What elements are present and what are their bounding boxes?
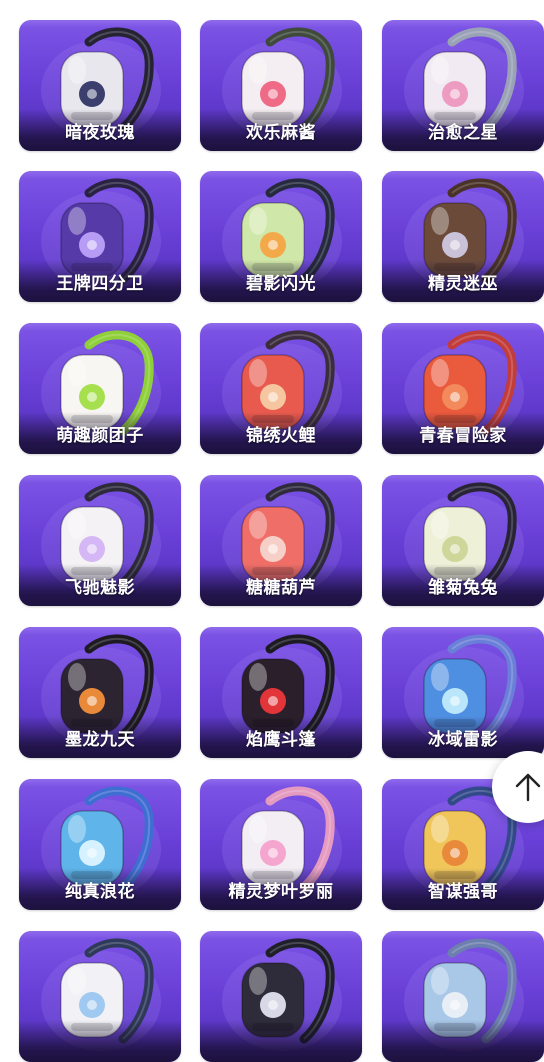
backpack-name: 精灵梦叶罗丽 bbox=[228, 882, 334, 902]
backpack-card[interactable]: 萌趣颜团子 bbox=[19, 323, 181, 454]
card-label-gradient bbox=[19, 1020, 181, 1062]
backpack-name: 锦绣火鲤 bbox=[246, 426, 316, 446]
backpack-card[interactable]: 青春冒险家 bbox=[382, 323, 544, 454]
backpack-name: 王牌四分卫 bbox=[56, 274, 144, 294]
backpack-card[interactable]: 王牌四分卫 bbox=[19, 171, 181, 302]
backpack-card[interactable]: 精灵梦叶罗丽 bbox=[200, 779, 362, 910]
backpack-card[interactable]: 雏菊兔兔 bbox=[382, 475, 544, 606]
backpack-name: 青春冒险家 bbox=[419, 426, 507, 446]
backpack-name: 暗夜玫瑰 bbox=[65, 123, 135, 143]
backpack-card[interactable]: 暗夜玫瑰 bbox=[19, 20, 181, 151]
backpack-card[interactable]: 精灵迷巫 bbox=[382, 171, 544, 302]
backpack-card[interactable] bbox=[200, 931, 362, 1062]
backpack-name: 萌趣颜团子 bbox=[56, 426, 144, 446]
backpack-name: 焰鹰斗篷 bbox=[246, 730, 316, 750]
backpack-card[interactable]: 飞驰魅影 bbox=[19, 475, 181, 606]
backpack-card[interactable]: 糖糖葫芦 bbox=[200, 475, 362, 606]
backpack-name: 精灵迷巫 bbox=[428, 274, 498, 294]
backpack-name: 冰域雷影 bbox=[428, 730, 498, 750]
card-label-gradient bbox=[382, 1020, 544, 1062]
backpack-card[interactable] bbox=[19, 931, 181, 1062]
backpack-name: 飞驰魅影 bbox=[65, 578, 135, 598]
backpack-name: 墨龙九天 bbox=[65, 730, 135, 750]
backpack-card[interactable]: 欢乐麻酱 bbox=[200, 20, 362, 151]
backpack-name: 糖糖葫芦 bbox=[246, 578, 316, 598]
backpack-name: 智谋强哥 bbox=[428, 882, 498, 902]
arrow-up-icon bbox=[515, 773, 541, 802]
backpack-card[interactable]: 焰鹰斗篷 bbox=[200, 627, 362, 758]
backpack-card[interactable]: 治愈之星 bbox=[382, 20, 544, 151]
backpack-grid: 暗夜玫瑰 欢乐麻酱 治愈之星王牌四分卫 碧影闪光 精灵迷巫萌趣颜团子 锦绣火鲤 青春冒险家飞… bbox=[0, 0, 544, 1062]
backpack-name: 纯真浪花 bbox=[65, 882, 135, 902]
backpack-card[interactable] bbox=[382, 931, 544, 1062]
backpack-name: 雏菊兔兔 bbox=[428, 578, 498, 598]
backpack-card[interactable]: 墨龙九天 bbox=[19, 627, 181, 758]
backpack-name: 治愈之星 bbox=[428, 123, 498, 143]
card-label-gradient bbox=[200, 1020, 362, 1062]
backpack-card[interactable]: 碧影闪光 bbox=[200, 171, 362, 302]
backpack-card[interactable]: 纯真浪花 bbox=[19, 779, 181, 910]
backpack-name: 欢乐麻酱 bbox=[246, 123, 316, 143]
backpack-card[interactable]: 锦绣火鲤 bbox=[200, 323, 362, 454]
backpack-name: 碧影闪光 bbox=[246, 274, 316, 294]
backpack-card[interactable]: 冰域雷影 bbox=[382, 627, 544, 758]
